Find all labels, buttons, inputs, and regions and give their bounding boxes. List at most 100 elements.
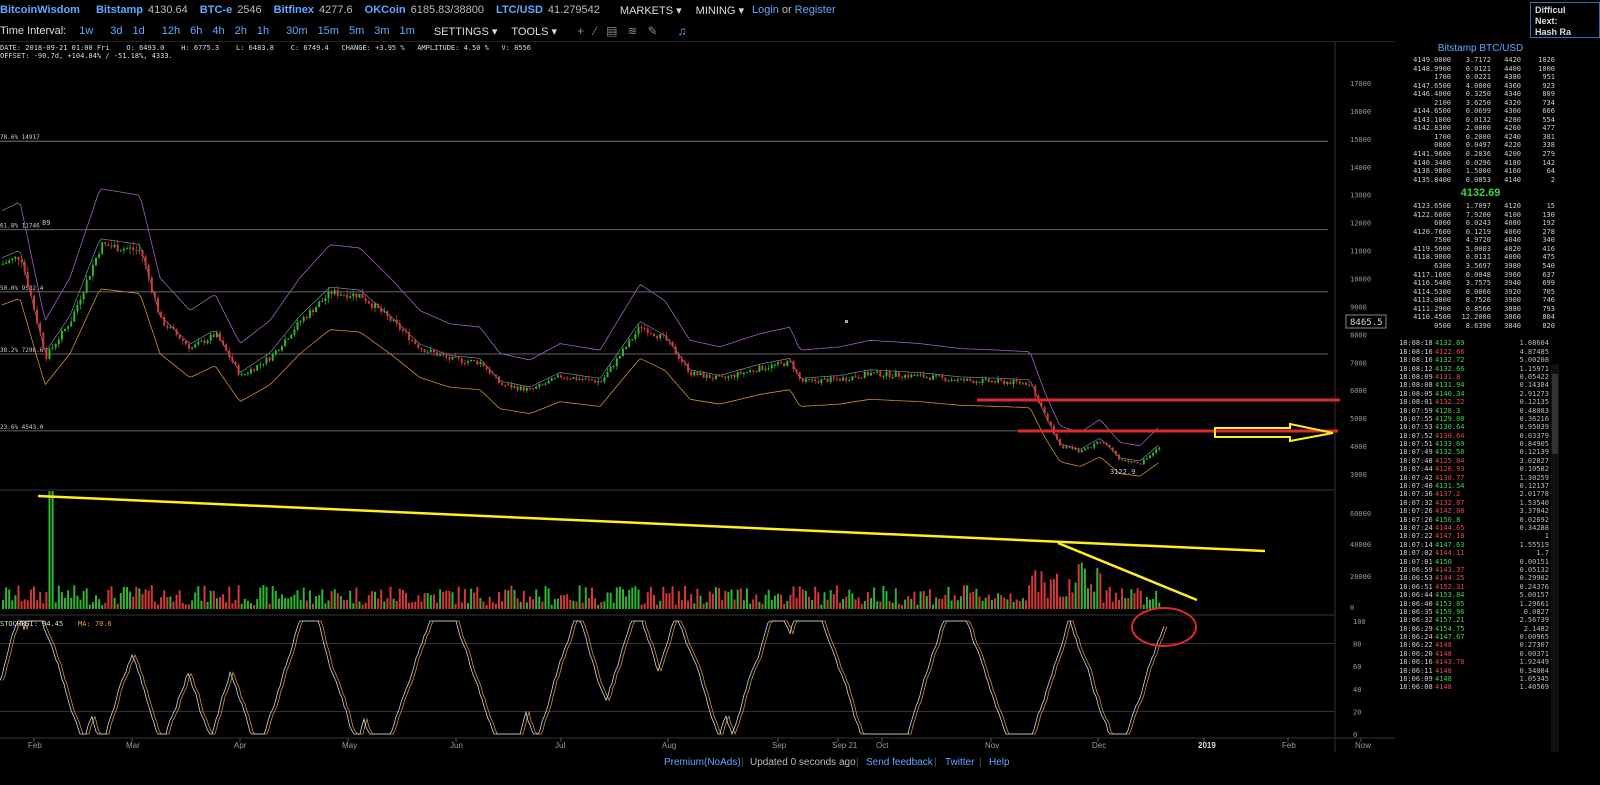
volume-bar (879, 601, 882, 609)
register-link[interactable]: Register (795, 4, 836, 16)
interval-5m[interactable]: 5m (349, 25, 364, 37)
interval-3d[interactable]: 3d (110, 25, 122, 37)
candle-body (442, 354, 445, 356)
orderbook-cell: 0.8566 (1465, 304, 1491, 313)
candle-body (2, 263, 4, 265)
volume-bar (166, 597, 169, 609)
orderbook-cell: 4280 (1504, 115, 1521, 124)
stoch-axis: 100 80 60 40 20 0 (1353, 618, 1366, 739)
interval-1w[interactable]: 1w (79, 25, 93, 37)
volume-bar (79, 599, 82, 609)
trade-amount: 5.00208 (1519, 356, 1549, 365)
volume-bar (622, 589, 624, 609)
scrollbar-thumb[interactable] (1552, 374, 1558, 454)
candle-body (789, 360, 792, 362)
trade-price: 4150.8 (1435, 515, 1461, 524)
volume-bar (963, 585, 965, 609)
candle-body (119, 250, 122, 252)
volume-bar (718, 587, 721, 609)
candle-body (305, 317, 308, 319)
interval-4h[interactable]: 4h (212, 25, 224, 37)
time-axis-label: Oct (876, 741, 889, 750)
volume-bar (1006, 599, 1009, 609)
candle-body (1003, 380, 1006, 385)
interval-2h[interactable]: 2h (235, 25, 247, 37)
brush-icon[interactable]: ✎ (648, 24, 658, 38)
volume-bar (702, 603, 705, 609)
volume-bar (76, 595, 79, 609)
candle-body (8, 260, 11, 263)
price-axis-label: 17000 (1350, 80, 1371, 88)
fib-tool-icon[interactable]: ≋ (627, 24, 637, 38)
interval-12h[interactable]: 12h (162, 25, 180, 37)
candle-body (122, 248, 125, 251)
orderbook-cell: 130 (1542, 210, 1555, 219)
ticker-exchange[interactable]: LTC/USD (496, 4, 543, 16)
mining-menu[interactable]: MINING ▾ (696, 4, 744, 17)
orderbook-cell: 4360 (1504, 81, 1521, 90)
markets-menu[interactable]: MARKETS ▾ (620, 4, 682, 17)
candle-body (1155, 449, 1158, 453)
bollinger-upper (1, 188, 1159, 447)
candle-body (708, 374, 711, 379)
ticker-exchange[interactable]: Bitfinex (274, 4, 314, 16)
volume-bar (250, 603, 252, 609)
ticker-exchange[interactable]: BTC-e (200, 4, 232, 16)
volume-bar (922, 591, 925, 609)
tools-menu[interactable]: TOOLS ▾ (511, 25, 557, 38)
price-chart[interactable]: 78.6% 14917 61.8% 11746 50.0% 9522.4 38.2% … (0, 41, 1395, 752)
volume-bar (432, 594, 435, 609)
orderbook-cell: 15 (1546, 202, 1555, 211)
alarm-icon[interactable]: ♫ (678, 24, 687, 38)
trade-row: 18:06:20 4148 0.00371 (1399, 650, 1562, 658)
interval-15m[interactable]: 15m (318, 25, 339, 37)
volume-bar (1111, 601, 1114, 609)
volume-bar (417, 595, 420, 609)
volume-bar (1074, 582, 1077, 609)
twitter-link[interactable]: Twitter (945, 757, 974, 768)
trade-time: 18:07:51 (1399, 440, 1433, 449)
candle-body (355, 293, 358, 298)
interval-1m[interactable]: 1m (400, 25, 415, 37)
interval-1d[interactable]: 1d (133, 25, 145, 37)
candle-body (746, 371, 748, 373)
orderbook-title[interactable]: Bitstamp BTC/USD (1399, 42, 1562, 56)
trade-price: 4152.31 (1435, 582, 1465, 591)
candle-body (897, 372, 900, 377)
trade-amount: 0.27307 (1519, 641, 1549, 650)
trades-scrollbar[interactable] (1551, 364, 1559, 752)
orderbook-cell: 3900 (1504, 296, 1521, 305)
volume-bar (578, 585, 581, 609)
volume-bar (615, 587, 618, 609)
settings-menu[interactable]: SETTINGS ▾ (434, 25, 498, 38)
premium-link[interactable]: Premium(NoAds) (664, 757, 741, 768)
candle-body (392, 319, 395, 321)
orderbook-cell: 4140 (1504, 175, 1521, 184)
volume-bar (336, 593, 339, 609)
orderbook-cell: 540 (1542, 262, 1555, 271)
volume-bar (941, 598, 944, 609)
volume-bar (525, 602, 528, 609)
line-tool-icon[interactable]: ⁄ (594, 24, 596, 38)
candle-body (436, 352, 438, 356)
trade-row: 18:07:42 4130.77 1.30259 (1399, 474, 1562, 482)
interval-6h[interactable]: 6h (190, 25, 202, 37)
interval-30m[interactable]: 30m (286, 25, 307, 37)
ticker-exchange[interactable]: Bitstamp (96, 4, 143, 16)
ticker-exchange[interactable]: OKCoin (365, 4, 406, 16)
interval-3m[interactable]: 3m (374, 25, 389, 37)
volume-bar (814, 586, 817, 609)
brand-logo[interactable]: BitcoinWisdom (0, 4, 80, 16)
bid-row: 4120.7600 0.1219 4060 278 (1399, 228, 1562, 237)
volume-bar (730, 589, 733, 609)
orderbook-cell: 0.0121 (1465, 64, 1491, 73)
login-link[interactable]: Login (752, 4, 779, 16)
feedback-link[interactable]: Send feedback (866, 757, 933, 768)
volume-bar (380, 589, 383, 609)
help-link[interactable]: Help (989, 757, 1010, 768)
candle-body (907, 374, 910, 378)
horizontal-line-icon[interactable]: ▤ (606, 24, 617, 38)
crosshair-icon[interactable]: + (577, 24, 584, 38)
interval-1h[interactable]: 1h (257, 25, 269, 37)
trade-amount: 4.87485 (1519, 347, 1549, 356)
